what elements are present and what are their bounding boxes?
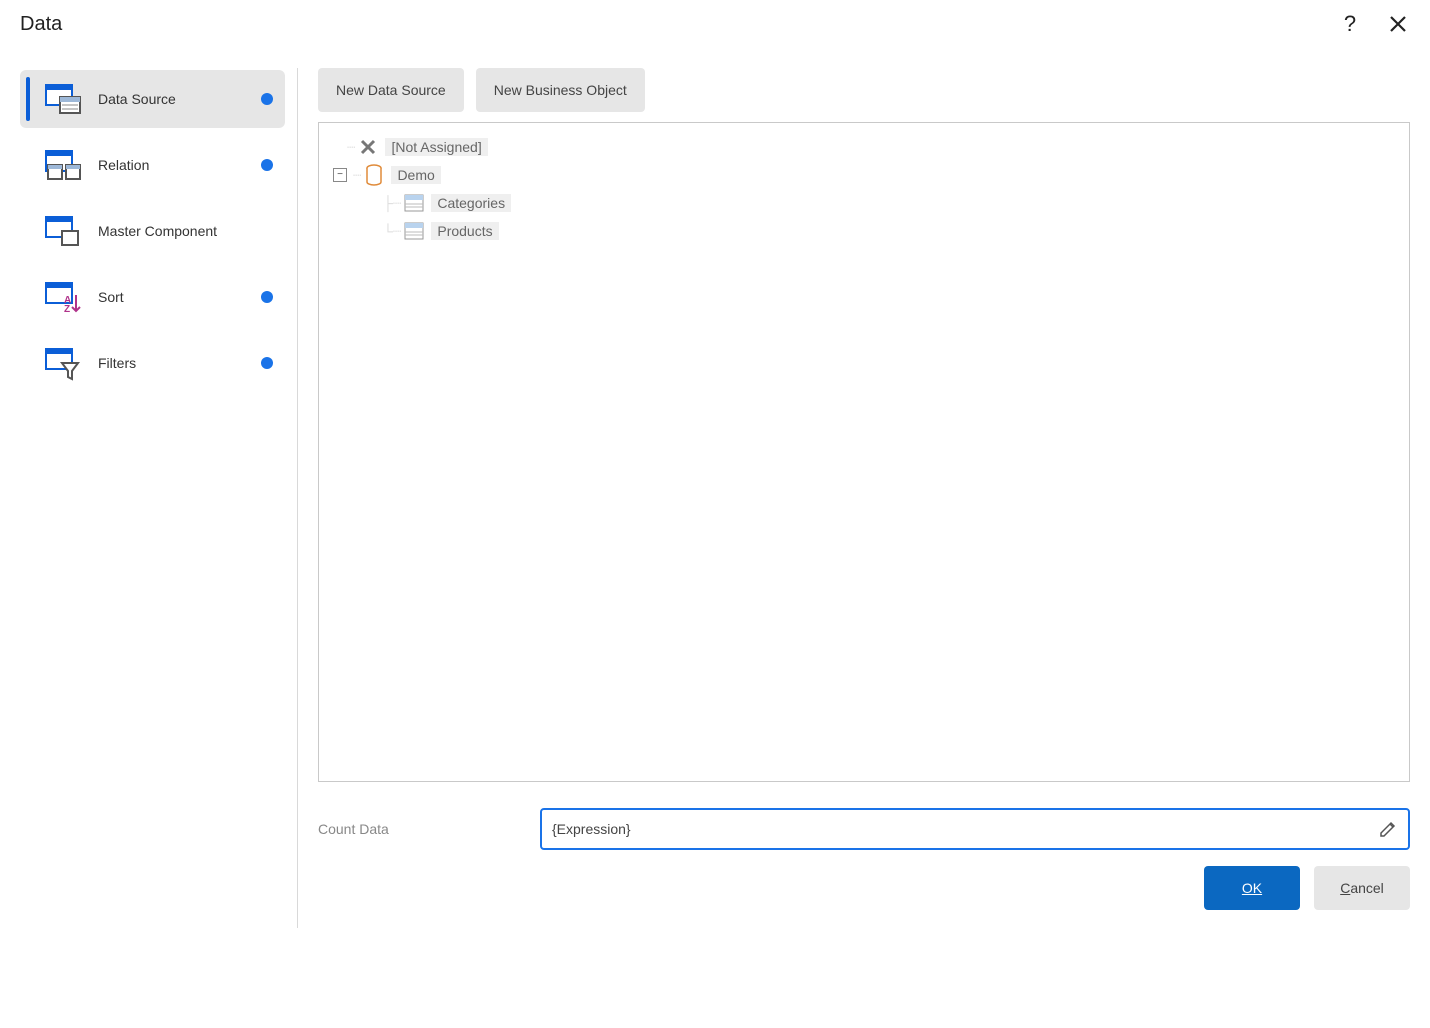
sort-icon: A Z	[44, 277, 84, 317]
pencil-icon[interactable]	[1378, 819, 1398, 839]
status-dot	[261, 159, 273, 171]
status-dot	[261, 357, 273, 369]
sidebar-item-relation[interactable]: Relation	[20, 136, 285, 194]
tree-node-not-assigned[interactable]: ┈ [Not Assigned]	[329, 133, 1399, 161]
filters-icon	[44, 343, 84, 383]
count-data-label: Count Data	[318, 821, 540, 837]
ok-button[interactable]: OK	[1204, 866, 1300, 910]
sidebar-item-label: Filters	[98, 355, 261, 371]
tree-connector: └┈	[383, 223, 401, 240]
new-business-object-button[interactable]: New Business Object	[476, 68, 645, 112]
tree-node-root[interactable]: − ┈ Demo	[329, 161, 1399, 189]
tree-connector: ┈	[353, 167, 361, 184]
sidebar-item-sort[interactable]: A Z Sort	[20, 268, 285, 326]
count-data-row: Count Data	[318, 808, 1410, 850]
dialog-title: Data	[20, 13, 62, 36]
tree-node-label: Categories	[431, 194, 511, 212]
database-icon	[363, 164, 385, 186]
footer: OK Cancel	[318, 866, 1410, 910]
tree-node-child[interactable]: └┈ Products	[329, 217, 1399, 245]
help-icon[interactable]: ?	[1338, 12, 1362, 36]
sidebar-item-label: Data Source	[98, 91, 261, 107]
data-source-icon	[44, 79, 84, 119]
count-data-input-wrap[interactable]	[540, 808, 1410, 850]
active-indicator	[26, 77, 30, 121]
data-dialog: Data ?	[0, 0, 1430, 948]
tree-node-label: Demo	[391, 166, 440, 184]
dialog-body: Data Source Relation	[20, 68, 1410, 928]
header-actions: ?	[1338, 12, 1410, 36]
master-component-icon	[44, 211, 84, 251]
sidebar: Data Source Relation	[20, 68, 298, 928]
tree-node-label: Products	[431, 222, 498, 240]
sidebar-item-label: Sort	[98, 289, 261, 305]
main-content: New Data Source New Business Object ┈ [N…	[298, 68, 1410, 928]
sidebar-item-label: Master Component	[98, 223, 273, 239]
svg-text:Z: Z	[64, 304, 70, 315]
collapse-toggle-icon[interactable]: −	[333, 168, 347, 182]
toolbar: New Data Source New Business Object	[318, 68, 1410, 112]
sidebar-item-data-source[interactable]: Data Source	[20, 70, 285, 128]
table-icon	[403, 220, 425, 242]
sidebar-item-filters[interactable]: Filters	[20, 334, 285, 392]
sidebar-item-master-component[interactable]: Master Component	[20, 202, 285, 260]
tree-panel: ┈ [Not Assigned] − ┈ Demo	[318, 122, 1410, 782]
table-icon	[403, 192, 425, 214]
status-dot	[261, 93, 273, 105]
close-icon[interactable]	[1386, 12, 1410, 36]
ok-button-label: OK	[1242, 880, 1262, 896]
sidebar-item-label: Relation	[98, 157, 261, 173]
count-data-input[interactable]	[552, 821, 1378, 837]
dialog-header: Data ?	[20, 12, 1410, 44]
status-dot	[261, 291, 273, 303]
cancel-button[interactable]: Cancel	[1314, 866, 1410, 910]
relation-icon	[44, 145, 84, 185]
tree-node-label: [Not Assigned]	[385, 138, 487, 156]
new-data-source-button[interactable]: New Data Source	[318, 68, 464, 112]
x-icon	[357, 136, 379, 158]
tree-connector: ├┈	[383, 195, 401, 212]
tree-connector: ┈	[347, 139, 355, 156]
tree-node-child[interactable]: ├┈ Categories	[329, 189, 1399, 217]
